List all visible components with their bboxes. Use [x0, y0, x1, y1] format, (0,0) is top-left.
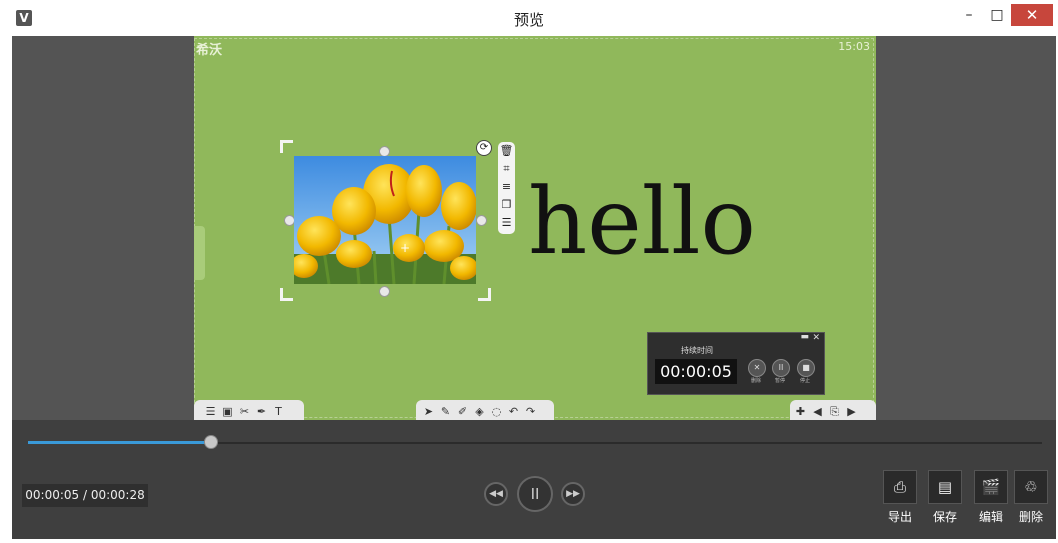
left-margin — [12, 36, 194, 420]
pen-tool-icon[interactable]: T — [270, 403, 287, 420]
redo-icon[interactable]: ↷ — [522, 403, 539, 420]
progress-fill — [28, 441, 211, 444]
delete-label: 删除 — [1018, 510, 1043, 524]
resize-handle-bottom[interactable] — [379, 286, 390, 297]
resize-handle-right[interactable] — [476, 215, 487, 226]
rotate-icon[interactable]: ⟳ — [476, 140, 492, 156]
brand-logo: 希沃 — [196, 43, 223, 58]
timer-pause-button[interactable]: II — [772, 359, 790, 377]
edit-button[interactable]: 🎬 编辑 — [973, 470, 1009, 525]
maximize-button[interactable]: □ — [984, 4, 1010, 26]
progress-knob[interactable] — [203, 435, 218, 449]
delete-icon: ♲ — [1014, 470, 1048, 504]
tools-icon[interactable]: ✂ — [236, 403, 253, 420]
left-toolbar: ☰ ▣ ✂ ✒ T — [194, 400, 304, 420]
pause-button[interactable]: II — [517, 476, 553, 512]
export-label: 导出 — [887, 510, 912, 524]
save-icon: ▤ — [928, 470, 962, 504]
edit-label: 编辑 — [978, 510, 1003, 524]
center-toolbar: ➤ ✎ ✐ ◈ ◌ ↶ ↷ — [416, 400, 554, 420]
copy-icon[interactable]: ❐ — [498, 196, 515, 214]
right-toolbar: ✚ ◀ ⎘ ▶ — [790, 400, 876, 420]
page-counter-icon[interactable]: ⎘ — [826, 403, 843, 420]
delete-button[interactable]: ♲ 删除 — [1013, 470, 1049, 525]
pointer-icon[interactable]: ➤ — [420, 403, 437, 420]
menu-icon[interactable]: ☰ — [498, 214, 515, 232]
add-page-icon[interactable]: ✚ — [792, 403, 809, 420]
timer-stop-button[interactable]: ■ — [797, 359, 815, 377]
timer-value: 00:00:05 — [655, 359, 737, 384]
subject-icon[interactable]: ✒ — [253, 403, 270, 420]
minimize-button[interactable]: – — [956, 4, 982, 26]
next-page-icon[interactable]: ▶ — [843, 403, 860, 420]
crop-icon[interactable]: ⌗ — [498, 160, 515, 178]
delete-icon[interactable]: 🗑 — [498, 142, 515, 160]
timer-stop-caption: 停止 — [799, 378, 810, 384]
timer-close-icon[interactable]: ✕ — [812, 333, 820, 343]
close-button[interactable]: ✕ — [1011, 4, 1053, 26]
timer-pause-caption: 暂停 — [774, 378, 785, 384]
crop-corner-bl[interactable] — [280, 288, 293, 301]
title-bar: V 预览 – □ ✕ — [0, 0, 1058, 36]
export-button[interactable]: ⎙ 导出 — [882, 470, 918, 525]
forward-button[interactable]: ▶▶ — [561, 482, 585, 506]
timer-reset-button[interactable]: ✕ — [748, 359, 766, 377]
window-title: 预览 — [513, 11, 544, 29]
eraser-icon[interactable]: ◈ — [471, 403, 488, 420]
export-icon: ⎙ — [883, 470, 917, 504]
menu-icon[interactable]: ☰ — [202, 403, 219, 420]
right-margin — [876, 36, 1056, 420]
svg-text:+: + — [400, 241, 410, 255]
clear-icon[interactable]: ◌ — [488, 403, 505, 420]
slide-text[interactable]: hello — [528, 168, 756, 275]
edit-icon: 🎬 — [974, 470, 1008, 504]
preview-frame: 希沃 15:03 ⟳ + 🗑 ⌗ ≡ ❐ ☰ hello ▬ ✕ 持续时间 00… — [12, 36, 1056, 539]
progress-bar[interactable] — [28, 435, 1042, 449]
timer-reset-caption: 删除 — [750, 378, 761, 384]
time-display: 00:00:05 / 00:00:28 — [22, 484, 148, 507]
prev-page-icon[interactable]: ◀ — [809, 403, 826, 420]
timer-widget[interactable]: ▬ ✕ 持续时间 00:00:05 ✕ II ■ 删除 暂停 停止 — [647, 332, 825, 395]
save-button[interactable]: ▤ 保存 — [927, 470, 963, 525]
highlighter-icon[interactable]: ✐ — [454, 403, 471, 420]
slide-canvas[interactable]: 希沃 15:03 ⟳ + 🗑 ⌗ ≡ ❐ ☰ hello ▬ ✕ 持续时间 00… — [194, 36, 876, 420]
side-drawer-handle[interactable] — [194, 226, 205, 280]
pen-icon[interactable]: ✎ — [437, 403, 454, 420]
save-label: 保存 — [932, 510, 957, 524]
rewind-button[interactable]: ◀◀ — [484, 482, 508, 506]
crop-corner-br[interactable] — [478, 288, 491, 301]
tulip-photo[interactable]: + — [294, 156, 476, 284]
clock-readout: 15:03 — [838, 40, 870, 53]
timer-minimize-icon[interactable]: ▬ — [800, 332, 809, 342]
undo-icon[interactable]: ↶ — [505, 403, 522, 420]
crop-corner-tl[interactable] — [280, 140, 293, 153]
timer-label: 持续时间 — [681, 346, 713, 355]
screen-icon[interactable]: ▣ — [219, 403, 236, 420]
image-tool-strip: 🗑 ⌗ ≡ ❐ ☰ — [498, 142, 515, 234]
align-icon[interactable]: ≡ — [498, 178, 515, 196]
